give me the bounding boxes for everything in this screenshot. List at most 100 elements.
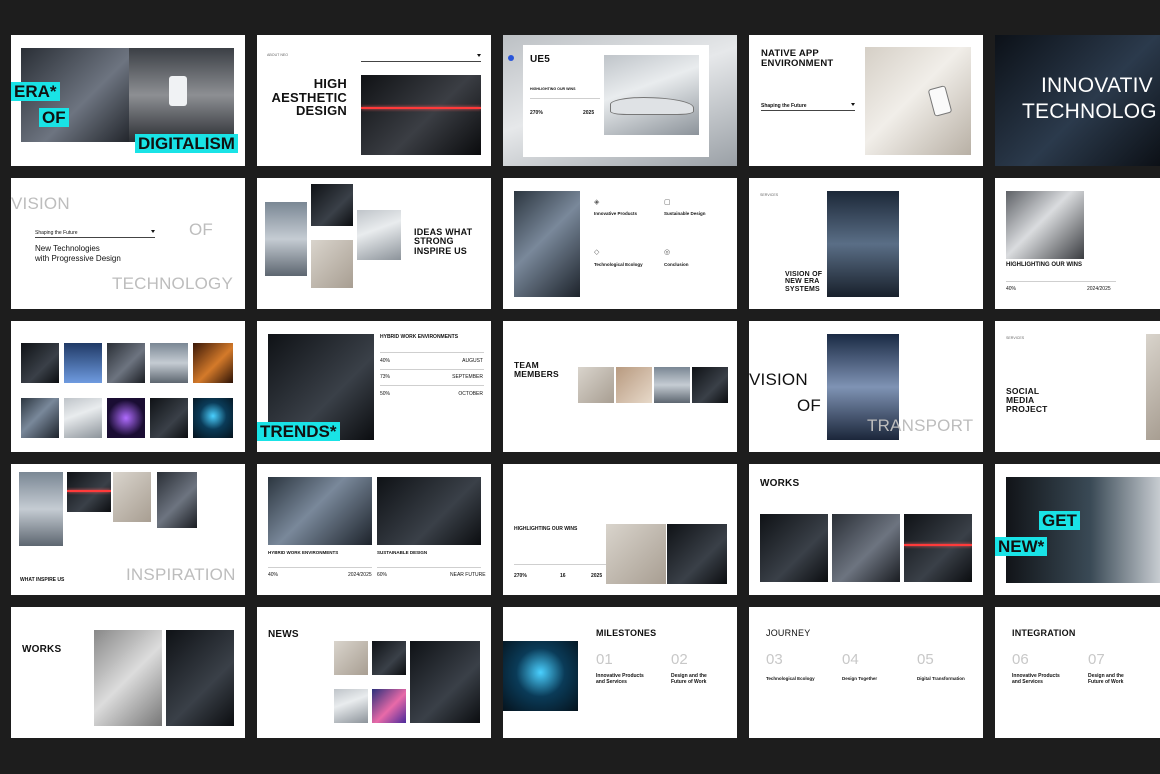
collage-photo-3 [113, 472, 151, 522]
transport-word: TRANSPORT [867, 416, 974, 435]
slide-social-media-project[interactable]: SERVICES SOCIAL MEDIA PROJECT [995, 321, 1160, 452]
row-2-month: SEPTEMBER [452, 374, 483, 380]
slide-wins-stats[interactable]: HIGHLIGHTING OUR WINS 270% 16 2025 [503, 464, 737, 595]
slide-high-aesthetic-design[interactable]: ABOUT NEO HIGH AESTHETIC DESIGN [257, 35, 491, 166]
step-number-6: 06 [1012, 651, 1029, 668]
step-number-1: 01 [596, 651, 613, 668]
slide-subtitle: HIGHLIGHTING OUR WINS [530, 87, 576, 91]
vision-word: VISION [749, 370, 808, 389]
of-text: OF [39, 108, 69, 127]
slide-era-of-digitalism[interactable]: ERA* OF DIGITALISM [11, 35, 245, 166]
lock-icon: ▢ [664, 199, 671, 206]
slide-integration[interactable]: INTEGRATION 06 07 Innovative Products an… [995, 607, 1160, 738]
get-text: GET [1039, 511, 1080, 530]
slide-ue5[interactable]: UE5 HIGHLIGHTING OUR WINS 270% 2025 [503, 35, 737, 166]
slide-works-devices[interactable]: WORKS [749, 464, 983, 595]
robot-photo [1006, 191, 1084, 259]
step-number-7: 07 [1088, 651, 1105, 668]
stat-years: 2024/2025 [1087, 286, 1111, 292]
member-photo-1 [578, 367, 614, 403]
collage-photo-3 [311, 240, 353, 288]
title-line-1: INNOVATIV [1041, 74, 1153, 97]
grid-photo-6 [21, 398, 59, 438]
slide-products-grid[interactable]: ◈ ▢ Innovative Products Sustainable Desi… [503, 178, 737, 309]
era-text: ERA* [11, 82, 60, 101]
slide-title: JOURNEY [766, 628, 811, 638]
section-label: ABOUT NEO [267, 53, 289, 57]
collage-photo-1 [19, 472, 63, 546]
laptop-globe-photo [503, 641, 578, 711]
slide-vision-of-transport[interactable]: VISION OF TRANSPORT [749, 321, 983, 452]
slide-title: MILESTONES [596, 628, 657, 638]
slide-title: SOCIAL MEDIA PROJECT [1006, 386, 1048, 414]
concept-car-photo [604, 55, 699, 135]
keyboard-photo [377, 477, 481, 545]
grid-photo-8 [107, 398, 145, 438]
row-3-month: OCTOBER [458, 391, 483, 397]
laptop-photo [832, 514, 900, 582]
grid-photo-7 [64, 398, 102, 438]
digitalism-text: DIGITALISM [135, 134, 238, 153]
slide-title: HIGHLIGHTING OUR WINS [1006, 262, 1082, 268]
collage-photo-2 [67, 472, 111, 512]
laser-portrait-photo [904, 514, 972, 582]
heading-2: SUSTAINABLE DESIGN [377, 550, 428, 555]
nav-dot-icon[interactable] [508, 55, 514, 61]
collage-photo-4 [157, 472, 197, 528]
dropdown[interactable] [35, 229, 155, 238]
slide-get-new[interactable]: GET NEW* [995, 464, 1160, 595]
slide-vision-of-technology[interactable]: VISION OF TECHNOLOGY Shaping the Future … [11, 178, 245, 309]
slide-team-members[interactable]: TEAM MEMBERS [503, 321, 737, 452]
row-1-month: AUGUST [462, 358, 483, 364]
slide-title: NEWS [268, 629, 299, 640]
slide-title: NATIVE APP ENVIRONMENT [761, 48, 834, 69]
slide-title: HIGH AESTHETIC DESIGN [271, 76, 347, 119]
step-heading-5: Digital Transformation [917, 676, 965, 681]
news-photo-4 [372, 689, 406, 723]
technology-word: TECHNOLOGY [112, 274, 234, 293]
slide-title: HIGHLIGHTING OUR WINS [514, 526, 578, 532]
slide-milestones[interactable]: MILESTONES 01 02 Innovative Products and… [503, 607, 737, 738]
car-photo [514, 191, 580, 297]
step-heading-2: Design and the Future of Work [671, 673, 707, 685]
row-1-value: 40% [380, 358, 391, 364]
value-4: NEAR FUTURE [450, 572, 486, 578]
slide-title: WORKS [22, 644, 62, 655]
slide-journey[interactable]: JOURNEY 03 04 05 Technological Ecology D… [749, 607, 983, 738]
sneaker-photo [606, 524, 666, 584]
row-2-value: 73% [380, 374, 391, 380]
stat-2: 16 [560, 573, 566, 579]
portrait-photo [667, 524, 727, 584]
slide-vision-new-era[interactable]: SERVICES VISION OF NEW ERA SYSTEMS [749, 178, 983, 309]
slide-image-grid[interactable] [11, 321, 245, 452]
news-photo-3 [334, 689, 368, 723]
stat-percent: 270% [530, 110, 543, 116]
slide-title: VISION OF NEW ERA SYSTEMS [785, 271, 823, 293]
heading-3: Technological Ecology [594, 262, 643, 267]
slide-title: WORKS [760, 478, 800, 489]
slide-inspiration[interactable]: WHAT INSPIRE US INSPIRATION [11, 464, 245, 595]
step-number-5: 05 [917, 651, 934, 668]
collage-photo-1 [265, 202, 307, 276]
slide-works-cards[interactable]: WORKS [11, 607, 245, 738]
slide-native-app[interactable]: NATIVE APP ENVIRONMENT Shaping the Futur… [749, 35, 983, 166]
slide-news[interactable]: NEWS [257, 607, 491, 738]
slide-ideas-inspire[interactable]: IDEAS WHAT STRONG INSPIRE US [257, 178, 491, 309]
stat-1: 270% [514, 573, 527, 579]
dropdown[interactable] [361, 53, 481, 62]
slide-innovative-technology[interactable]: INNOVATIV TECHNOLOG [995, 35, 1160, 166]
row-3-value: 50% [380, 391, 391, 397]
member-photo-2 [616, 367, 652, 403]
member-photo-3 [654, 367, 690, 403]
slide-hybrid-sustainable[interactable]: HYBRID WORK ENVIRONMENTS SUSTAINABLE DES… [257, 464, 491, 595]
trends-tag: TRENDS* [257, 422, 340, 441]
vr-man-photo [361, 75, 481, 155]
phone-photo [410, 641, 480, 723]
of-word: OF [797, 396, 822, 415]
slide-title: UE5 [530, 54, 551, 65]
slide-highlighting-wins[interactable]: HIGHLIGHTING OUR WINS 40% 2024/2025 [995, 178, 1160, 309]
card-photo [94, 630, 162, 726]
globe-icon: ◎ [664, 249, 671, 256]
stat-year: 2025 [583, 110, 595, 116]
slide-trends[interactable]: HYBRID WORK ENVIRONMENTS 40% AUGUST 73% … [257, 321, 491, 452]
